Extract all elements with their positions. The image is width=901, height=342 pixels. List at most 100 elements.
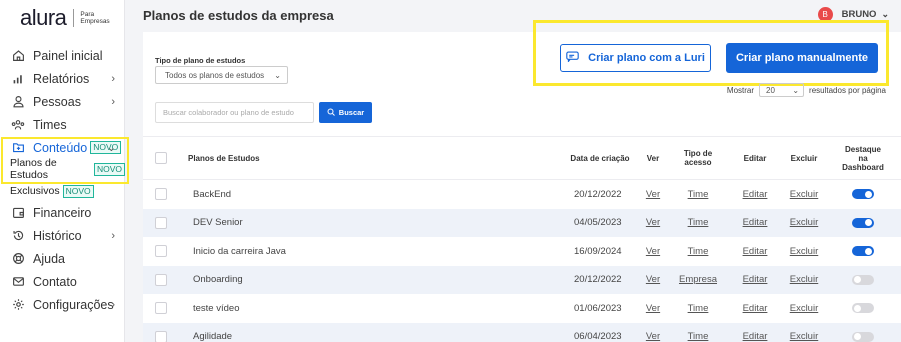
header-dashboard-line2: na bbox=[858, 153, 868, 163]
help-icon bbox=[10, 251, 26, 267]
wallet-icon bbox=[10, 205, 26, 221]
header-access: Tipo de acesso bbox=[678, 137, 718, 179]
delete-cell: Excluir bbox=[787, 180, 821, 209]
access-type-link[interactable]: Time bbox=[688, 246, 709, 257]
search-input[interactable]: Buscar colaborador ou plano de estudo bbox=[155, 102, 314, 123]
view-link[interactable]: Ver bbox=[646, 303, 660, 314]
sidebar-item-label: Relatórios bbox=[33, 71, 90, 86]
create-plan-luri-label: Criar plano com a Luri bbox=[588, 52, 705, 64]
delete-link[interactable]: Excluir bbox=[790, 331, 819, 342]
sidebar-item-financeiro[interactable]: Financeiro bbox=[0, 201, 125, 224]
edit-cell: Editar bbox=[740, 323, 770, 342]
delete-cell: Excluir bbox=[787, 266, 821, 295]
main-area: Planos de estudos da empresa B BRUNO ⌄ T… bbox=[125, 0, 901, 342]
row-checkbox[interactable] bbox=[155, 273, 167, 286]
header-delete: Excluir bbox=[790, 153, 818, 163]
sidebar-item-pessoas[interactable]: Pessoas › bbox=[0, 90, 125, 113]
edit-link[interactable]: Editar bbox=[743, 217, 768, 228]
toggle-knob bbox=[854, 333, 861, 341]
dashboard-toggle-cell bbox=[841, 323, 885, 342]
access-type-link[interactable]: Time bbox=[688, 217, 709, 228]
edit-link[interactable]: Editar bbox=[743, 246, 768, 257]
edit-link[interactable]: Editar bbox=[743, 189, 768, 200]
alura-logo[interactable]: alura Para Empresas bbox=[20, 5, 110, 30]
sidebar-item-historico[interactable]: Histórico › bbox=[0, 224, 125, 247]
header-dashboard-line3: Dashboard bbox=[842, 162, 884, 172]
per-page-select[interactable]: 20 ⌄ bbox=[759, 83, 805, 97]
edit-link[interactable]: Editar bbox=[743, 303, 768, 314]
sidebar-subitem-exclusivos[interactable]: Exclusivos NOVO bbox=[0, 181, 125, 201]
sidebar-item-label: Configurações bbox=[33, 297, 114, 312]
plan-type-select[interactable]: Todos os planos de estudos ⌄ bbox=[155, 66, 288, 84]
dashboard-featured-toggle[interactable] bbox=[852, 217, 874, 228]
logo-subtitle-line1: Para bbox=[80, 11, 95, 18]
create-plan-manual-label: Criar plano manualmente bbox=[735, 52, 869, 64]
view-link[interactable]: Ver bbox=[646, 189, 660, 200]
delete-link[interactable]: Excluir bbox=[790, 274, 819, 285]
dashboard-featured-toggle[interactable] bbox=[852, 189, 874, 200]
view-link[interactable]: Ver bbox=[646, 246, 660, 257]
plan-name: BackEnd bbox=[193, 188, 232, 200]
view-cell: Ver bbox=[643, 323, 663, 342]
row-checkbox[interactable] bbox=[155, 245, 167, 258]
sidebar-item-label: Pessoas bbox=[33, 94, 81, 109]
view-link[interactable]: Ver bbox=[646, 331, 660, 342]
logo-subtitle-line2: Empresas bbox=[80, 18, 110, 25]
dashboard-toggle-cell bbox=[841, 266, 885, 295]
sidebar-item-label: Histórico bbox=[33, 228, 82, 243]
search-placeholder: Buscar colaborador ou plano de estudo bbox=[163, 108, 294, 117]
plan-name: teste vídeo bbox=[193, 302, 240, 314]
header-dashboard-line1: Destaque bbox=[844, 144, 881, 154]
logo-divider bbox=[73, 9, 75, 27]
access-type-link[interactable]: Time bbox=[688, 331, 709, 342]
dashboard-featured-toggle[interactable] bbox=[852, 331, 874, 342]
edit-link[interactable]: Editar bbox=[743, 331, 768, 342]
sidebar-item-label: Financeiro bbox=[33, 205, 92, 220]
sidebar-item-label: Times bbox=[33, 117, 67, 132]
history-icon bbox=[10, 228, 26, 244]
dashboard-featured-toggle[interactable] bbox=[852, 246, 874, 257]
create-plan-luri-button[interactable]: Criar plano com a Luri bbox=[560, 44, 711, 72]
table-row: DEV Senior 04/05/2023 Ver Time Editar Excluir bbox=[143, 208, 901, 238]
home-icon bbox=[10, 48, 26, 64]
sidebar-item-times[interactable]: Times bbox=[0, 113, 125, 136]
row-checkbox[interactable] bbox=[155, 330, 167, 342]
dashboard-toggle-cell bbox=[841, 237, 885, 266]
select-all-checkbox[interactable] bbox=[155, 152, 167, 164]
view-link[interactable]: Ver bbox=[646, 217, 660, 228]
row-checkbox[interactable] bbox=[155, 302, 167, 315]
chevron-down-icon: ⌄ bbox=[274, 70, 281, 80]
sidebar-item-ajuda[interactable]: Ajuda bbox=[0, 247, 125, 270]
row-checkbox[interactable] bbox=[155, 188, 167, 201]
dashboard-featured-toggle[interactable] bbox=[852, 274, 874, 285]
chevron-right-icon: › bbox=[111, 229, 115, 242]
delete-link[interactable]: Excluir bbox=[790, 217, 819, 228]
view-cell: Ver bbox=[643, 209, 663, 238]
row-checkbox[interactable] bbox=[155, 216, 167, 229]
delete-link[interactable]: Excluir bbox=[790, 189, 819, 200]
access-type-link[interactable]: Time bbox=[688, 303, 709, 314]
sidebar-item-contato[interactable]: Contato bbox=[0, 270, 125, 293]
table-header: Planos de Estudos Data de criação Ver Ti… bbox=[143, 136, 901, 180]
create-plan-manual-button[interactable]: Criar plano manualmente bbox=[726, 43, 878, 73]
sidebar-item-label: Painel inicial bbox=[33, 48, 103, 63]
delete-link[interactable]: Excluir bbox=[790, 303, 819, 314]
dashboard-toggle-cell bbox=[841, 180, 885, 209]
access-type-link[interactable]: Time bbox=[688, 189, 709, 200]
search-button-label: Buscar bbox=[338, 108, 365, 117]
sidebar-item-painel[interactable]: Painel inicial bbox=[0, 44, 125, 67]
edit-link[interactable]: Editar bbox=[743, 274, 768, 285]
delete-link[interactable]: Excluir bbox=[790, 246, 819, 257]
view-link[interactable]: Ver bbox=[646, 274, 660, 285]
access-type-link[interactable]: Empresa bbox=[679, 274, 717, 285]
sidebar-item-configuracoes[interactable]: Configurações › bbox=[0, 293, 125, 316]
search-button[interactable]: Buscar bbox=[319, 102, 372, 123]
dashboard-featured-toggle[interactable] bbox=[852, 303, 874, 314]
user-name: BRUNO bbox=[841, 9, 877, 20]
ai-chat-icon bbox=[566, 51, 579, 65]
sidebar-item-relatorios[interactable]: Relatórios › bbox=[0, 67, 125, 90]
row-select-cell bbox=[155, 323, 167, 342]
edit-cell: Editar bbox=[740, 294, 770, 323]
table-row: teste vídeo 01/06/2023 Ver Time Editar Exclui… bbox=[143, 294, 901, 323]
logo-wordmark: alura bbox=[20, 5, 67, 30]
